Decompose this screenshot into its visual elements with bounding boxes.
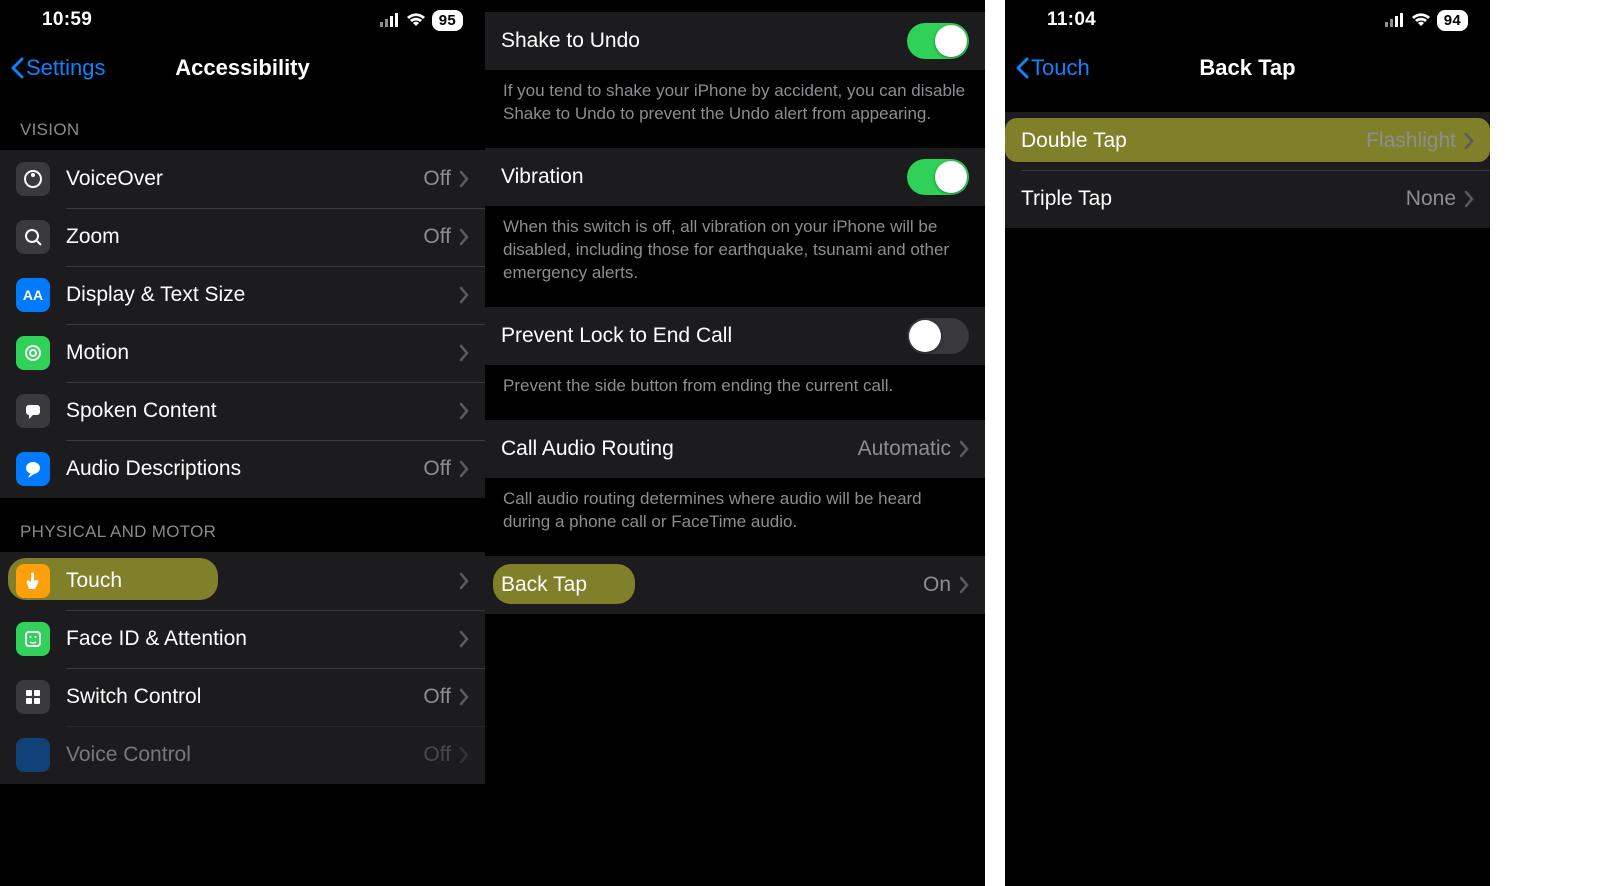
row-spoken-content[interactable]: Spoken Content (0, 382, 485, 440)
back-label: Settings (26, 55, 106, 81)
chevron-right-icon (459, 402, 469, 420)
list-physical: Touch Face ID & Attention Switch Control… (0, 552, 485, 784)
row-touch[interactable]: Touch (0, 552, 485, 610)
row-double-tap[interactable]: Double Tap Flashlight (1005, 112, 1490, 170)
footer-vibration: When this switch is off, all vibration o… (485, 206, 985, 307)
toggle-shake-to-undo[interactable] (907, 23, 969, 59)
section-header-physical: PHYSICAL AND MOTOR (0, 498, 485, 552)
list-shake: Shake to Undo (485, 12, 985, 70)
switch-control-icon (16, 680, 50, 714)
wifi-icon (406, 13, 426, 27)
zoom-icon (16, 220, 50, 254)
row-voiceover[interactable]: VoiceOver Off (0, 150, 485, 208)
status-bar: 10:59 95 (0, 0, 485, 40)
list-back-tap: Double Tap Flashlight Triple Tap None (1005, 112, 1490, 228)
voice-control-icon (16, 738, 50, 772)
chevron-right-icon (459, 630, 469, 648)
wifi-icon (1411, 13, 1431, 27)
toggle-prevent-lock[interactable] (907, 318, 969, 354)
footer-prevent-lock: Prevent the side button from ending the … (485, 365, 985, 420)
status-right-cluster: 94 (1385, 10, 1468, 31)
chevron-right-icon (1464, 132, 1474, 150)
row-display-text-size[interactable]: AA Display & Text Size (0, 266, 485, 324)
row-switch-control[interactable]: Switch Control Off (0, 668, 485, 726)
chevron-right-icon (459, 344, 469, 362)
list-vision: VoiceOver Off Zoom Off AA Display & Text… (0, 150, 485, 498)
row-back-tap[interactable]: Back Tap On (485, 556, 985, 614)
row-vibration[interactable]: Vibration (485, 148, 985, 206)
list-routing: Call Audio Routing Automatic (485, 420, 985, 478)
list-vibration: Vibration (485, 148, 985, 206)
back-label: Touch (1031, 55, 1090, 81)
status-time: 10:59 (42, 9, 92, 31)
chevron-right-icon (459, 228, 469, 246)
status-bar: 11:04 94 (1005, 0, 1490, 40)
chevron-right-icon (959, 576, 969, 594)
chevron-right-icon (959, 440, 969, 458)
row-voice-control[interactable]: Voice Control Off (0, 726, 485, 784)
face-id-icon (16, 622, 50, 656)
chevron-right-icon (1464, 190, 1474, 208)
footer-shake: If you tend to shake your iPhone by acci… (485, 70, 985, 148)
accessibility-icon (16, 162, 50, 196)
status-time: 11:04 (1047, 9, 1096, 31)
list-backtap: Back Tap On (485, 556, 985, 614)
section-header-vision: VISION (0, 96, 485, 150)
speech-bubble-icon (16, 394, 50, 428)
list-prevent-lock: Prevent Lock to End Call (485, 307, 985, 365)
chevron-right-icon (459, 572, 469, 590)
row-audio-descriptions[interactable]: Audio Descriptions Off (0, 440, 485, 498)
row-face-id[interactable]: Face ID & Attention (0, 610, 485, 668)
audio-description-icon (16, 452, 50, 486)
back-button[interactable]: Touch (1015, 55, 1090, 81)
row-call-audio-routing[interactable]: Call Audio Routing Automatic (485, 420, 985, 478)
battery-icon: 95 (432, 10, 463, 31)
navigation-bar: Settings Accessibility (0, 40, 485, 96)
row-triple-tap[interactable]: Triple Tap None (1005, 170, 1490, 228)
toggle-vibration[interactable] (907, 159, 969, 195)
status-right-cluster: 95 (380, 10, 463, 31)
motion-icon (16, 336, 50, 370)
chevron-right-icon (459, 286, 469, 304)
row-shake-to-undo[interactable]: Shake to Undo (485, 12, 985, 70)
cellular-icon (380, 13, 400, 27)
screen-accessibility: 10:59 95 Settings Accessibility VISION V… (0, 0, 485, 886)
chevron-right-icon (459, 170, 469, 188)
back-button[interactable]: Settings (10, 55, 106, 81)
touch-icon (16, 564, 50, 598)
chevron-right-icon (459, 746, 469, 764)
footer-routing: Call audio routing determines where audi… (485, 478, 985, 556)
battery-icon: 94 (1437, 10, 1468, 31)
screen-touch-settings: Shake to Undo If you tend to shake your … (485, 0, 985, 886)
chevron-right-icon (459, 460, 469, 478)
row-prevent-lock[interactable]: Prevent Lock to End Call (485, 307, 985, 365)
row-motion[interactable]: Motion (0, 324, 485, 382)
chevron-right-icon (459, 688, 469, 706)
text-size-icon: AA (16, 278, 50, 312)
cellular-icon (1385, 13, 1405, 27)
row-zoom[interactable]: Zoom Off (0, 208, 485, 266)
navigation-bar: Touch Back Tap (1005, 40, 1490, 96)
screen-back-tap: 11:04 94 Touch Back Tap Double Tap Flash… (1005, 0, 1490, 886)
